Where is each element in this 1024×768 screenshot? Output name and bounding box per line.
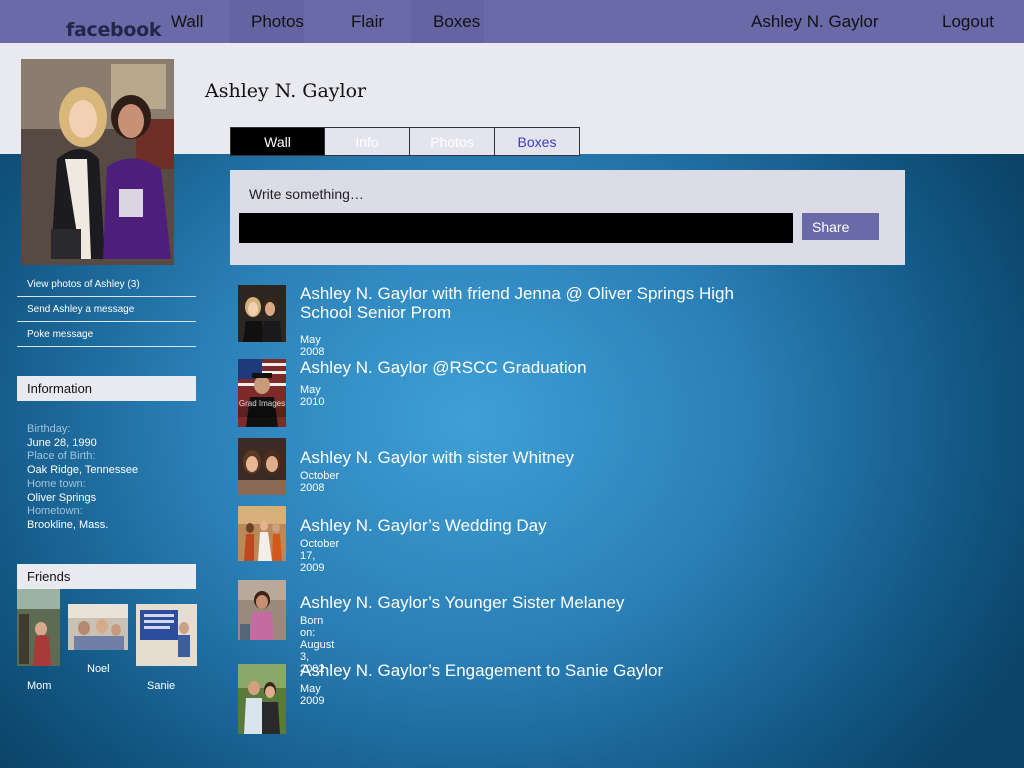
post-thumbnail[interactable]: Grad Images — [238, 359, 286, 427]
tab-photos[interactable]: Photos — [410, 127, 495, 156]
friend-photo-image — [68, 604, 128, 650]
friend-name-noel[interactable]: Noel — [87, 663, 110, 675]
poke-link[interactable]: Poke message — [17, 322, 196, 347]
friend-photo-image — [136, 604, 197, 666]
tab-wall[interactable]: Wall — [230, 127, 325, 156]
friend-photo-sanie[interactable] — [136, 604, 197, 666]
post-thumbnail-image — [238, 285, 286, 342]
post-thumbnail-image — [238, 438, 286, 495]
share-button[interactable]: Share — [802, 213, 879, 240]
info-label-birthplace: Place of Birth: — [27, 450, 96, 463]
photo-watermark: Grad Images — [238, 399, 286, 408]
post-title[interactable]: Ashley N. Gaylor @RSCC Graduation — [300, 358, 760, 378]
info-value-birthday: June 28, 1990 — [27, 436, 97, 449]
logout-link[interactable]: Logout — [942, 12, 994, 32]
info-label-hometown-2: Hometown: — [27, 505, 83, 518]
post-title[interactable]: Ashley N. Gaylor with friend Jenna @ Oli… — [300, 284, 760, 322]
composer-prompt: Write something… — [249, 186, 364, 202]
profile-action-links: View photos of Ashley (3) Send Ashley a … — [17, 272, 196, 347]
tab-boxes[interactable]: Boxes — [495, 127, 580, 156]
nav-boxes[interactable]: Boxes — [433, 12, 480, 32]
send-message-link[interactable]: Send Ashley a message — [17, 297, 196, 322]
post-thumbnail-image — [238, 506, 286, 561]
post-thumbnail-image — [238, 580, 286, 640]
post-thumbnail[interactable] — [238, 664, 286, 734]
info-label-hometown: Home town: — [27, 477, 86, 490]
profile-photo-image — [21, 59, 174, 265]
friend-name-mom[interactable]: Mom — [27, 680, 51, 692]
post-date: May 2008 — [300, 334, 325, 358]
facebook-logo[interactable]: facebook — [66, 19, 161, 41]
post-date: October 2008 — [300, 470, 340, 494]
friends-header: Friends — [17, 564, 196, 589]
post-title[interactable]: Ashley N. Gaylor’s Wedding Day — [300, 516, 760, 536]
profile-tabs: Wall Info Photos Boxes — [230, 127, 580, 156]
friend-photo-image — [17, 589, 60, 666]
post-thumbnail-image — [238, 359, 286, 427]
information-header: Information — [17, 376, 196, 401]
post-title[interactable]: Ashley N. Gaylor’s Younger Sister Melane… — [300, 593, 760, 613]
tab-info[interactable]: Info — [325, 127, 410, 156]
info-value-birthplace: Oak Ridge, Tennessee — [27, 464, 139, 477]
wall-composer: Write something… Share — [230, 170, 905, 265]
post-thumbnail[interactable] — [238, 438, 286, 495]
top-navigation-bar: facebook Wall Photos Flair Boxes Ashley … — [0, 0, 1024, 43]
friend-photo-mom[interactable] — [17, 589, 60, 666]
information-list: Birthday: June 28, 1990 Place of Birth: … — [27, 423, 138, 533]
info-value-hometown-2: Brookline, Mass. — [27, 518, 109, 531]
profile-photo[interactable] — [21, 59, 174, 265]
post-date: October 17, 2009 — [300, 538, 340, 574]
nav-user-name[interactable]: Ashley N. Gaylor — [751, 12, 879, 32]
nav-flair[interactable]: Flair — [351, 12, 384, 32]
view-photos-link[interactable]: View photos of Ashley (3) — [17, 272, 196, 297]
composer-input[interactable] — [239, 213, 793, 243]
nav-wall[interactable]: Wall — [171, 12, 203, 32]
post-title[interactable]: Ashley N. Gaylor with sister Whitney — [300, 448, 760, 468]
post-thumbnail[interactable] — [238, 506, 286, 561]
info-value-hometown: Oliver Springs — [27, 491, 97, 504]
friend-name-sanie[interactable]: Sanie — [147, 680, 175, 692]
nav-photos[interactable]: Photos — [251, 12, 304, 32]
post-thumbnail[interactable] — [238, 580, 286, 640]
post-date: May 2010 — [300, 384, 325, 408]
info-label-birthday: Birthday: — [27, 423, 71, 435]
post-thumbnail-image — [238, 664, 286, 734]
friend-photo-noel[interactable] — [68, 604, 128, 650]
post-thumbnail[interactable] — [238, 285, 286, 342]
profile-name: Ashley N. Gaylor — [205, 80, 367, 102]
post-title[interactable]: Ashley N. Gaylor’s Engagement to Sanie G… — [300, 661, 760, 681]
post-date: May 2009 — [300, 683, 325, 707]
